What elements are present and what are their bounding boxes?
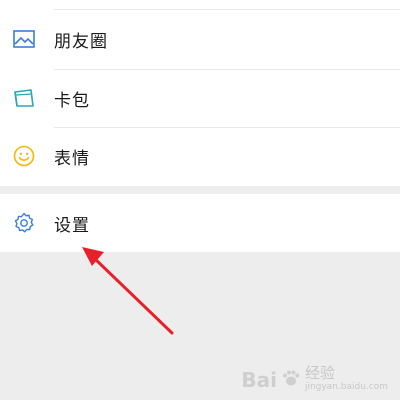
watermark: Bai 经验 jingyan.baidu.com [241,364,388,393]
watermark-url: jingyan.baidu.com [304,382,388,392]
menu-item-moments[interactable]: 朋友圈 [0,10,400,68]
gear-icon [12,211,36,235]
paw-icon [281,368,301,392]
menu-item-label: 设置 [54,215,90,236]
menu-item-label: 卡包 [54,90,90,111]
watermark-name: 经验 [304,364,335,382]
menu-item-card-wallet[interactable]: 卡包 [0,69,400,127]
menu-item-label: 朋友圈 [54,31,108,52]
menu-item-stickers[interactable]: 表情 [0,127,400,185]
image-icon [12,27,36,51]
menu-item-label: 表情 [54,148,90,169]
menu-item-settings[interactable]: 设置 [0,194,400,252]
menu-group-top: 朋友圈 卡包 表情 [0,0,400,186]
card-icon [12,86,36,110]
watermark-brand: Bai [241,368,277,392]
smiley-icon [12,144,36,168]
menu-group-settings: 设置 [0,194,400,252]
